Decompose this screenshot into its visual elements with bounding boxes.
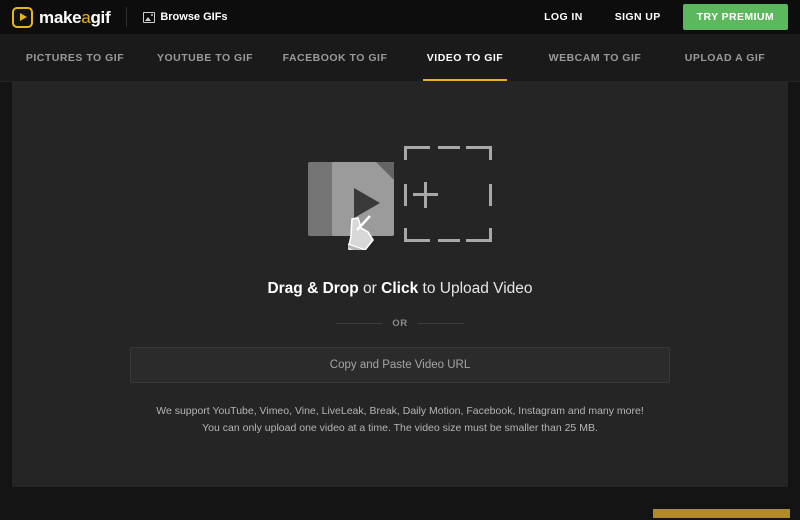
browse-gifs-link[interactable]: Browse GIFs [143,11,228,23]
add-frame-icon [404,146,492,242]
header-actions: LOG IN SIGN UP TRY PREMIUM [528,4,788,30]
support-line-platforms: We support YouTube, Vimeo, Vine, LiveLea… [156,405,644,417]
or-divider: OR [336,318,465,329]
browse-gifs-label: Browse GIFs [160,11,228,23]
primary-nav: PICTURES TO GIF YOUTUBE TO GIF FACEBOOK … [0,34,800,82]
video-file-upload-icon [308,138,492,258]
headline-drag-drop: Drag & Drop [267,280,359,297]
video-url-input[interactable] [130,347,670,383]
nav-item-webcam-to-gif[interactable]: WEBCAM TO GIF [530,34,660,81]
nav-item-upload-a-gif[interactable]: UPLOAD A GIF [660,34,790,81]
headline-click: Click [381,280,419,297]
headline-tail: to Upload Video [418,280,533,297]
nav-item-video-to-gif[interactable]: VIDEO TO GIF [400,34,530,81]
logo-text-gif: gif [90,7,111,27]
picture-icon [143,11,156,23]
pointing-hand-cursor-icon [348,206,382,250]
logo-text-make: make [39,7,82,27]
nav-item-pictures-to-gif[interactable]: PICTURES TO GIF [10,34,140,81]
or-divider-label: OR [392,318,408,329]
page-body: Drag & Drop or Click to Upload Video OR … [0,82,800,520]
header-divider [126,7,128,27]
support-notes: We support YouTube, Vimeo, Vine, LiveLea… [156,403,644,438]
headline-or: or [358,280,382,297]
logo-wordmark: makeagif [39,7,111,27]
upload-panel[interactable]: Drag & Drop or Click to Upload Video OR … [12,82,788,487]
play-triangle-icon [12,6,33,28]
site-header: makeagif Browse GIFs LOG IN SIGN UP TRY … [0,0,800,34]
site-logo[interactable]: makeagif [12,6,111,28]
nav-item-facebook-to-gif[interactable]: FACEBOOK TO GIF [270,34,400,81]
support-line-limits: You can only upload one video at a time.… [202,422,598,435]
ad-banner-bar[interactable] [653,509,790,518]
login-button[interactable]: LOG IN [528,11,599,23]
or-divider-line-left [336,323,383,324]
try-premium-button[interactable]: TRY PREMIUM [682,4,788,30]
upload-headline[interactable]: Drag & Drop or Click to Upload Video [267,280,532,298]
nav-item-youtube-to-gif[interactable]: YOUTUBE TO GIF [140,34,270,81]
or-divider-line-right [417,323,465,324]
signup-button[interactable]: SIGN UP [599,11,677,23]
